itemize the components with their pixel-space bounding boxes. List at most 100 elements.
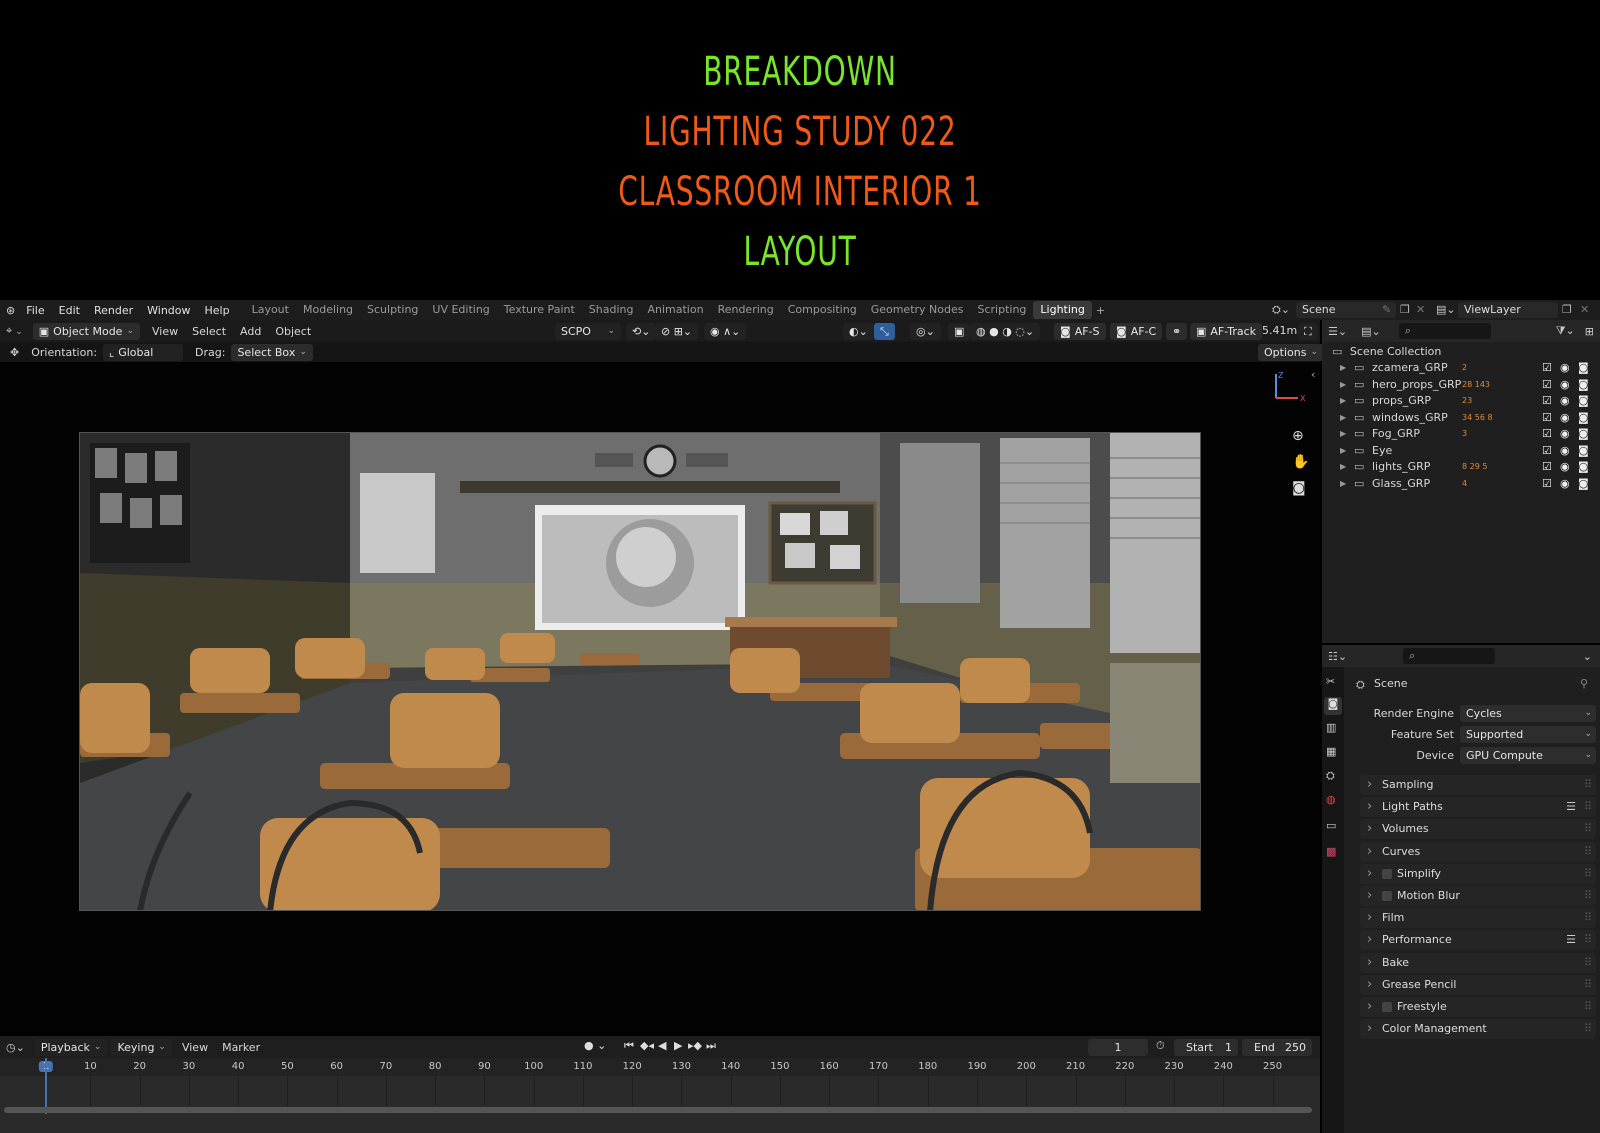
feature-set-select[interactable]: Supported ⌄ — [1460, 726, 1596, 743]
xray-icon[interactable]: ▣ — [948, 323, 971, 340]
render-camera-icon[interactable]: ◙ — [1578, 360, 1589, 376]
render-camera-icon[interactable]: ◙ — [1578, 459, 1589, 475]
outliner-item[interactable]: ▶ ▭ props_GRP 23 ☑ ◉ ◙ — [1322, 393, 1600, 409]
panel-color-management[interactable]: Color Management ⠿ — [1360, 1019, 1596, 1040]
tab-scripting[interactable]: Scripting — [970, 301, 1033, 319]
timeline-area[interactable]: 1102030405060708090100110120130140150160… — [0, 1058, 1320, 1133]
next-keyframe-icon[interactable]: ▸◆ — [688, 1039, 702, 1052]
menu-render[interactable]: Render — [87, 304, 140, 317]
exclude-checkbox-icon[interactable]: ☑ — [1542, 377, 1552, 393]
panel-bake[interactable]: Bake ⠿ — [1360, 952, 1596, 973]
scene-tab-icon[interactable]: ⛭ — [1326, 769, 1335, 783]
panel-checkbox[interactable] — [1382, 891, 1392, 901]
expand-arrow-icon[interactable]: ▶ — [1340, 410, 1346, 426]
orientation-select[interactable]: ⌞ Global — [103, 343, 184, 361]
outliner-item[interactable]: ▶ ▭ windows_GRP 34 56 8 ☑ ◉ ◙ — [1322, 410, 1600, 426]
play-reverse-icon[interactable]: ◀ — [658, 1039, 666, 1052]
tab-rendering[interactable]: Rendering — [711, 301, 781, 319]
timeline-menu-marker[interactable]: Marker — [222, 1041, 260, 1054]
menu-edit[interactable]: Edit — [52, 304, 87, 317]
tab-animation[interactable]: Animation — [640, 301, 710, 319]
panel-curves[interactable]: Curves ⠿ — [1360, 841, 1596, 862]
pan-hand-icon[interactable]: ✋ — [1292, 454, 1309, 470]
scene-name-field[interactable]: Scene — [1296, 302, 1396, 318]
add-workspace-icon[interactable]: + — [1096, 304, 1105, 317]
outliner-item[interactable]: ▶ ▭ hero_props_GRP 28 143 ☑ ◉ ◙ — [1322, 377, 1600, 393]
tab-shading[interactable]: Shading — [582, 301, 641, 319]
proportional-edit-icon[interactable]: ◉ ∧⌄ — [704, 323, 747, 340]
drag-handle-icon[interactable]: ⠿ — [1584, 886, 1592, 906]
render-camera-icon[interactable]: ◙ — [1578, 410, 1589, 426]
keying-menu[interactable]: Keying ⌄ — [111, 1038, 172, 1056]
exclude-checkbox-icon[interactable]: ☑ — [1542, 443, 1552, 459]
exclude-checkbox-icon[interactable]: ☑ — [1542, 410, 1552, 426]
record-icon[interactable]: ● ⌄ — [584, 1039, 606, 1052]
transform-orientation-select[interactable]: SCPO ⌄ — [555, 323, 621, 340]
render-camera-icon[interactable]: ◙ — [1578, 476, 1589, 492]
render-camera-icon[interactable]: ◙ — [1578, 393, 1589, 409]
panel-freestyle[interactable]: Freestyle ⠿ — [1360, 997, 1596, 1017]
af-link-icon[interactable]: ⚭ — [1166, 323, 1188, 340]
view-layer-tab-icon[interactable]: ▦ — [1326, 745, 1336, 758]
eye-icon[interactable]: ◉ — [1560, 377, 1570, 393]
render-tab-icon[interactable]: ◙ — [1324, 697, 1342, 715]
jump-start-icon[interactable]: ⏮ — [624, 1039, 634, 1053]
expand-arrow-icon[interactable]: ▶ — [1340, 443, 1346, 459]
drag-handle-icon[interactable]: ⠿ — [1584, 930, 1592, 950]
preview-range-icon[interactable]: ⏱ — [1156, 1039, 1165, 1053]
outliner-item[interactable]: ▶ ▭ zcamera_GRP 2 ☑ ◉ ◙ — [1322, 360, 1600, 376]
overlay-icon[interactable]: ◎⌄ — [910, 323, 941, 340]
render-engine-select[interactable]: Cycles ⌄ — [1460, 705, 1596, 722]
exclude-checkbox-icon[interactable]: ☑ — [1542, 476, 1552, 492]
3d-viewport[interactable]: Z X ‹ ⊕ ✋ ◙ — [0, 362, 1320, 1032]
outliner-search-input[interactable]: ⌕ — [1398, 323, 1491, 339]
panel-performance[interactable]: Performance ☰ ⠿ — [1360, 930, 1596, 951]
vp-menu-view[interactable]: View — [152, 325, 178, 338]
eye-icon[interactable]: ◉ — [1560, 410, 1570, 426]
render-camera-icon[interactable]: ◙ — [1578, 426, 1589, 442]
editor-type-icon[interactable]: ⌖ — [6, 324, 23, 338]
focus-distance[interactable]: 5.41m — [1262, 324, 1297, 337]
focus-frame-icon[interactable]: ⛶ — [1298, 323, 1318, 340]
af-c-button[interactable]: ◙ AF-C — [1110, 323, 1163, 340]
prev-keyframe-icon[interactable]: ◆◂ — [640, 1039, 654, 1052]
panel-sampling[interactable]: Sampling ⠿ — [1360, 775, 1596, 795]
panel-simplify[interactable]: Simplify ⠿ — [1360, 863, 1596, 884]
tab-geometry-nodes[interactable]: Geometry Nodes — [864, 301, 971, 319]
drag-handle-icon[interactable]: ⠿ — [1584, 842, 1592, 862]
viewlayer-name-field[interactable]: ViewLayer — [1458, 302, 1558, 318]
axis-gizmo[interactable]: Z X — [1268, 370, 1308, 404]
tab-lighting[interactable]: Lighting — [1033, 301, 1092, 319]
viewlayer-icon[interactable]: ▤⌄ — [1436, 303, 1456, 316]
timeline-menu-view[interactable]: View — [182, 1041, 208, 1054]
presets-list-icon[interactable]: ☰ — [1566, 930, 1576, 950]
pivot-point-icon[interactable]: ⟲⌄ — [626, 323, 657, 340]
expand-arrow-icon[interactable]: ▶ — [1340, 426, 1346, 442]
menu-file[interactable]: File — [19, 304, 51, 317]
outliner-item[interactable]: ▶ ▭ Glass_GRP 4 ☑ ◉ ◙ — [1322, 476, 1600, 492]
exclude-checkbox-icon[interactable]: ☑ — [1542, 459, 1552, 475]
zoom-icon[interactable]: ⊕ — [1292, 428, 1304, 444]
drag-handle-icon[interactable]: ⠿ — [1584, 975, 1592, 995]
shading-modes[interactable]: ◍ ● ◑ ◌⌄ — [970, 323, 1041, 340]
af-track-button[interactable]: ▣ AF-Track — [1190, 323, 1263, 340]
jump-end-icon[interactable]: ⏭ — [706, 1039, 716, 1053]
properties-options-icon[interactable]: ⌄ — [1583, 650, 1592, 663]
presets-list-icon[interactable]: ☰ — [1566, 797, 1576, 817]
viewlayer-new-icon[interactable]: ❐ — [1562, 303, 1572, 316]
scene-collection-row[interactable]: ▭ Scene Collection — [1322, 344, 1600, 360]
vp-menu-select[interactable]: Select — [192, 325, 226, 338]
eye-icon[interactable]: ◉ — [1560, 443, 1570, 459]
exclude-checkbox-icon[interactable]: ☑ — [1542, 393, 1552, 409]
outliner-item[interactable]: ▶ ▭ lights_GRP 8 29 5 ☑ ◉ ◙ — [1322, 459, 1600, 475]
end-frame-field[interactable]: End 250 — [1242, 1039, 1312, 1056]
panel-checkbox[interactable] — [1382, 1002, 1392, 1012]
camera-view-icon[interactable]: ◙ — [1292, 480, 1306, 496]
pin-icon[interactable]: ⚲ — [1580, 677, 1588, 690]
drag-handle-icon[interactable]: ⠿ — [1584, 819, 1592, 839]
tab-texture-paint[interactable]: Texture Paint — [497, 301, 582, 319]
eye-icon[interactable]: ◉ — [1560, 426, 1570, 442]
scene-pin-icon[interactable]: ✎ — [1382, 303, 1391, 316]
filter-icon[interactable]: ⧩⌄ — [1556, 324, 1575, 338]
drag-handle-icon[interactable]: ⠿ — [1584, 775, 1592, 795]
